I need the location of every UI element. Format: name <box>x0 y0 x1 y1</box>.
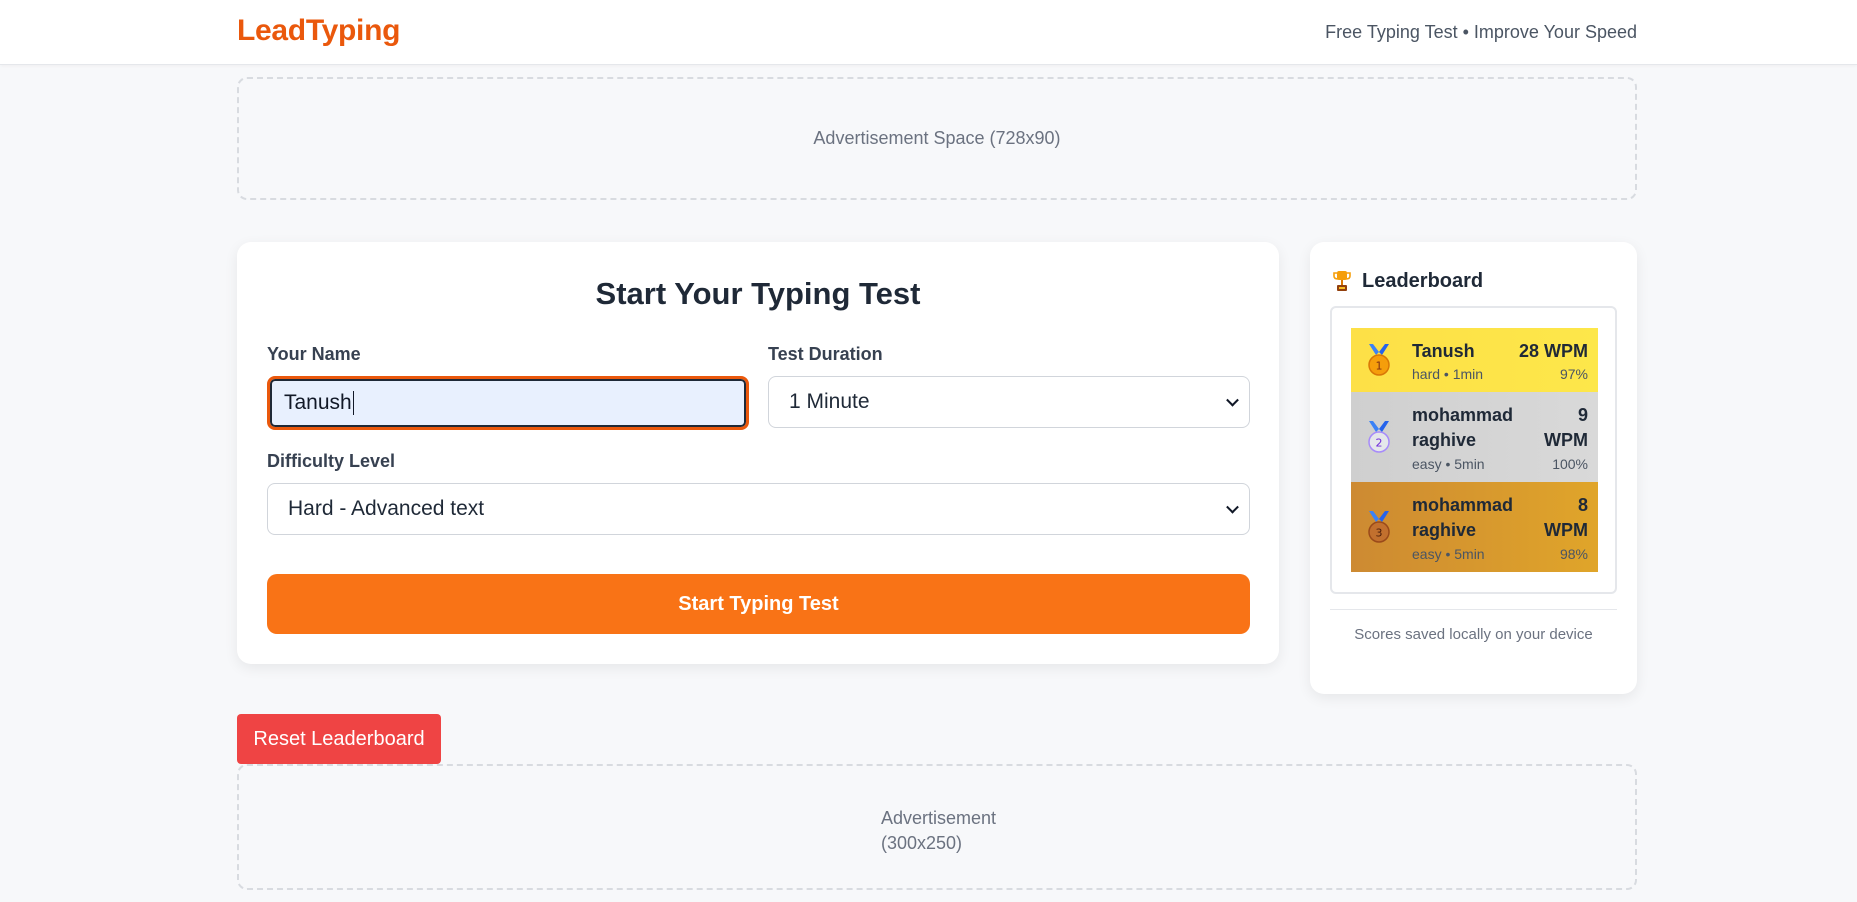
duration-select[interactable]: 1 Minute <box>768 376 1250 428</box>
entry-3-name-line2: raghive <box>1412 520 1477 540</box>
leaderboard-entry-3: 3 mohammad raghive easy • 5min 8 WPM 98% <box>1351 482 1598 572</box>
entry-3-meta: easy • 5min <box>1412 546 1485 562</box>
entry-3-name-line1: mohammad <box>1412 495 1514 515</box>
svg-text:3: 3 <box>1376 527 1383 540</box>
entry-3-wpm-value: 8 <box>1577 495 1588 515</box>
site-tagline: Free Typing Test • Improve Your Speed <box>1325 22 1637 42</box>
name-label: Your Name <box>267 344 361 364</box>
leaderboard-divider <box>1330 609 1617 610</box>
chevron-down-icon <box>1226 500 1239 514</box>
duration-select-value: 1 Minute <box>789 390 870 413</box>
entry-1-name: Tanush <box>1412 341 1475 361</box>
entry-1-wpm: 28 WPM <box>1518 341 1588 361</box>
trophy-icon <box>1333 271 1351 291</box>
name-input-value: Tanush <box>284 391 352 414</box>
svg-text:2: 2 <box>1376 437 1383 450</box>
typing-test-setup-card: Start Your Typing Test Your Name Tanush … <box>237 242 1279 664</box>
entry-2-meta: easy • 5min <box>1412 456 1485 472</box>
leaderboard-entry-1: 1 Tanush hard • 1min 28 WPM 97% <box>1351 328 1598 392</box>
entry-2-wpm-unit: WPM <box>1544 430 1588 450</box>
svg-text:1: 1 <box>1376 360 1383 373</box>
ad-banner-top-label: Advertisement Space (728x90) <box>813 128 1061 148</box>
leaderboard-entry-2: 2 mohammad raghive easy • 5min 9 WPM 100… <box>1351 392 1598 482</box>
site-header: LeadTyping Free Typing Test • Improve Yo… <box>0 0 1857 65</box>
leaderboard-header: Leaderboard <box>1332 266 1483 296</box>
entry-3-wpm-unit: WPM <box>1544 520 1588 540</box>
medal-gold-icon: 1 <box>1368 344 1390 376</box>
difficulty-select-value: Hard - Advanced text <box>288 497 485 520</box>
entry-2-accuracy: 100% <box>1552 456 1588 472</box>
ad-banner-bottom-label: Advertisement (300x250) <box>881 806 1011 856</box>
entry-1-meta: hard • 1min <box>1412 366 1484 382</box>
entry-3-accuracy: 98% <box>1559 546 1588 562</box>
leaderboard-panel: Leaderboard 1 Tanush hard • 1min 28 WPM … <box>1310 242 1637 694</box>
text-caret <box>352 391 354 415</box>
ad-bottom-line1: Advertisement <box>881 808 997 828</box>
leaderboard-list: 1 Tanush hard • 1min 28 WPM 97% 2 mohamm… <box>1330 306 1617 594</box>
ad-banner-bottom: Advertisement (300x250) <box>237 764 1637 890</box>
ad-banner-top: Advertisement Space (728x90) <box>237 77 1637 200</box>
leaderboard-note: Scores saved locally on your device <box>1354 626 1593 643</box>
difficulty-select[interactable]: Hard - Advanced text <box>267 483 1250 535</box>
name-input[interactable]: Tanush <box>267 376 749 430</box>
setup-title: Start Your Typing Test <box>595 276 921 311</box>
leaderboard-title: Leaderboard <box>1362 269 1484 292</box>
duration-label: Test Duration <box>768 344 883 364</box>
medal-silver-icon: 2 <box>1368 421 1390 453</box>
entry-2-name-line1: mohammad <box>1412 405 1514 425</box>
medal-bronze-icon: 3 <box>1368 511 1390 543</box>
chevron-down-icon <box>1226 393 1239 407</box>
entry-1-accuracy: 97% <box>1559 366 1588 382</box>
start-typing-test-button[interactable]: Start Typing Test <box>267 574 1250 634</box>
entry-2-wpm-value: 9 <box>1577 405 1588 425</box>
entry-2-name-line2: raghive <box>1412 430 1477 450</box>
reset-leaderboard-button[interactable]: Reset Leaderboard <box>237 714 441 764</box>
difficulty-label: Difficulty Level <box>267 451 396 471</box>
ad-bottom-line2: (300x250) <box>881 833 963 853</box>
site-logo[interactable]: LeadTyping <box>237 14 400 48</box>
